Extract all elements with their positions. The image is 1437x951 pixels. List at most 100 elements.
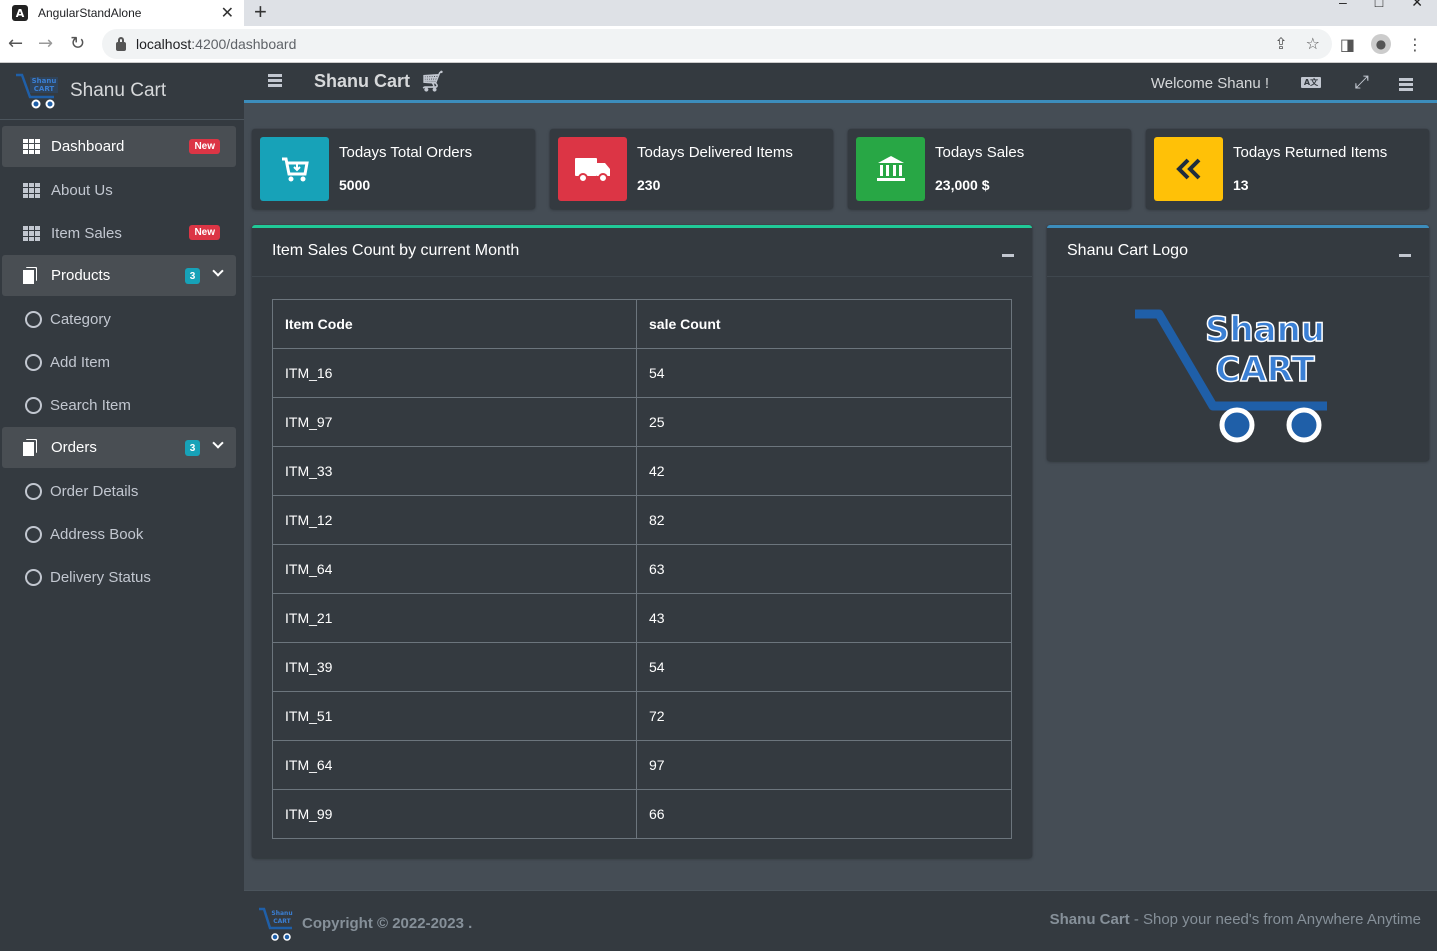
item-code-cell: ITM_97 [272,397,637,447]
chevron-down-icon[interactable] [212,437,224,449]
close-window-icon[interactable]: ✕ [1411,0,1423,11]
column-header: Item Code [272,299,637,349]
circle-icon [25,569,42,586]
brand-link[interactable]: Shanu CART Shanu Cart [0,63,244,120]
sidebar-item-label: Search Item [50,397,131,414]
sale-count-cell: 43 [636,593,1012,643]
sale-count-cell: 72 [636,691,1012,741]
grid-icon [23,226,40,241]
info-box-total-orders: Todays Total Orders 5000 [252,129,535,209]
new-tab-icon[interactable]: + [254,0,267,25]
double-left-icon [1154,137,1223,201]
copyright-text: Copyright © 2022-2023 . [302,915,473,932]
browser-tab[interactable]: A AngularStandAlone ✕ [0,0,244,26]
circle-icon [25,483,42,500]
new-badge: New [189,225,220,240]
svg-text:Shanu: Shanu [1205,310,1325,350]
footer-brand[interactable]: Shanu Cart [1050,911,1130,928]
cart-icon: 🛒︎ [420,71,446,93]
lock-icon [116,36,126,51]
info-label: Todays Returned Items [1233,144,1388,161]
reload-icon[interactable]: ↻ [70,33,85,54]
info-value: 230 [637,177,661,193]
minus-icon[interactable] [1399,254,1411,257]
sidebar-item-add-item[interactable]: Add Item [2,341,236,384]
card-title: Shanu Cart Logo [1067,242,1188,259]
table-row: ITM_16 54 [272,348,1012,398]
bank-icon [856,137,925,201]
table-row: ITM_64 97 [272,740,1012,790]
sale-count-cell: 54 [636,642,1012,692]
sidebar-item-address-book[interactable]: Address Book [2,513,236,556]
column-header: sale Count [636,299,1012,349]
sidebar-item-label: Products [51,267,111,284]
sale-count-cell: 66 [636,789,1012,839]
shanu-cart-logo: Shanu CART [1135,309,1327,443]
item-code-cell: ITM_39 [272,642,637,692]
footer-tagline-text: - Shop your need's from Anywhere Anytime [1129,911,1421,928]
chevron-down-icon[interactable] [212,265,224,277]
sidebar-item-label: Orders [51,439,97,456]
new-badge: New [189,139,220,154]
sidebar-item-label: Delivery Status [50,569,151,586]
sidebar-item-item-sales[interactable]: Item Sales New [2,212,236,255]
sidebar-item-label: Category [50,311,111,328]
minus-icon[interactable] [1002,254,1014,257]
table-row: ITM_99 66 [272,789,1012,839]
profile-icon[interactable]: ● [1371,34,1391,54]
sidebar-item-label: Item Sales [51,225,122,242]
share-icon[interactable]: ⇪ [1274,34,1287,53]
language-icon[interactable]: A文 [1301,77,1321,88]
sale-count-cell: 54 [636,348,1012,398]
url-text: localhost:4200/dashboard [136,36,297,52]
count-badge: 3 [185,268,200,284]
svg-text:Shanu: Shanu [271,910,292,917]
sidebar-item-products[interactable]: Products 3 [2,255,236,296]
close-tab-icon[interactable]: ✕ [221,3,234,23]
minimize-icon[interactable]: – [1339,0,1347,11]
sidebar-item-orders[interactable]: Orders 3 [2,427,236,468]
sale-count-cell: 25 [636,397,1012,447]
menu-toggle-icon[interactable] [268,74,282,87]
url-bar[interactable]: localhost:4200/dashboard ⇪ ☆ [102,29,1332,59]
shanu-cart-logo-icon: Shanu CART [16,73,58,109]
tab-title: AngularStandAlone [38,6,142,20]
sale-count-cell: 63 [636,544,1012,594]
item-code-cell: ITM_21 [272,593,637,643]
sidebar-item-delivery-status[interactable]: Delivery Status [2,556,236,599]
sidepanel-icon[interactable]: ◨ [1340,35,1355,54]
item-code-cell: ITM_12 [272,495,637,545]
shanu-cart-logo-icon: Shanu CART [259,907,293,941]
table-header-row: Item Code sale Count [272,299,1012,349]
sidebar-item-search-item[interactable]: Search Item [2,384,236,427]
item-code-cell: ITM_64 [272,544,637,594]
sale-count-cell: 42 [636,446,1012,496]
sidebar-item-about-us[interactable]: About Us [2,169,236,212]
copy-icon [21,267,38,286]
sidebar-item-label: About Us [51,182,113,199]
truck-icon [558,137,627,201]
info-value: 13 [1233,177,1249,193]
maximize-icon[interactable]: □ [1375,0,1383,11]
grid-icon [23,139,40,154]
control-sidebar-icon[interactable] [1399,78,1413,91]
table-row: ITM_33 42 [272,446,1012,496]
sidebar-item-dashboard[interactable]: Dashboard New [2,126,236,167]
fullscreen-icon[interactable]: ⤢ [1355,72,1369,93]
sidebar-item-category[interactable]: Category [2,298,236,341]
footer: Shanu CART Copyright © 2022-2023 . Shanu… [244,890,1437,951]
star-icon[interactable]: ☆ [1306,34,1320,53]
info-box-returned-items: Todays Returned Items 13 [1146,129,1429,209]
info-label: Todays Delivered Items [637,144,793,161]
browser-addressbar: ← → ↻ localhost:4200/dashboard ⇪ ☆ ◨ ● ⋮ [0,26,1437,63]
browser-menu-icon[interactable]: ⋮ [1407,35,1423,54]
table-row: ITM_64 63 [272,544,1012,594]
card-title: Item Sales Count by current Month [272,242,520,259]
navbar-title: Shanu Cart 🛒︎ [314,69,445,94]
table-row: ITM_21 43 [272,593,1012,643]
back-icon[interactable]: ← [8,33,23,54]
info-box-delivered-items: Todays Delivered Items 230 [550,129,833,209]
forward-icon[interactable]: → [38,33,53,54]
sidebar-item-order-details[interactable]: Order Details [2,470,236,513]
table-row: ITM_51 72 [272,691,1012,741]
